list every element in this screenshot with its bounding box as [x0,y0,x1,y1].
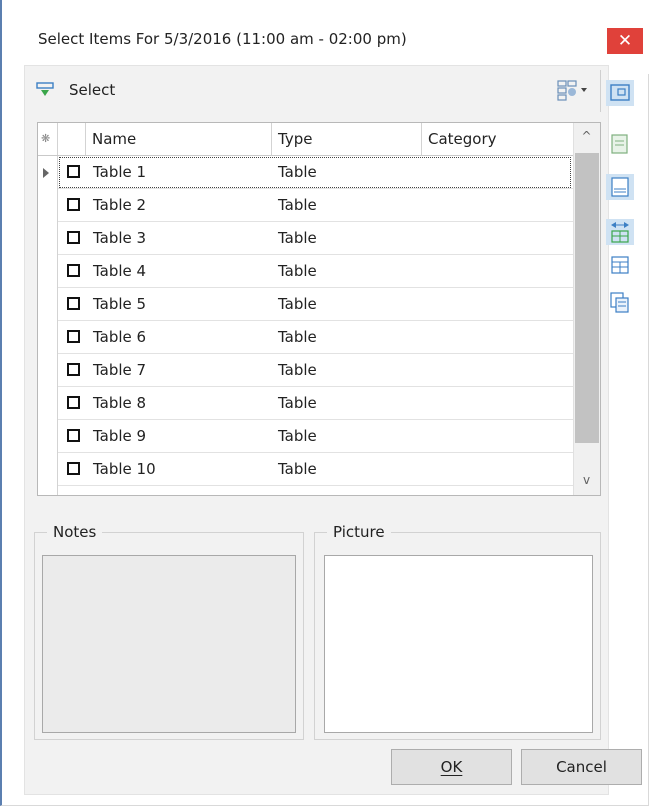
row-checkbox[interactable] [67,165,80,178]
scroll-up-icon[interactable]: ^ [574,123,599,149]
row-type: Table [278,163,317,181]
column-chooser-icon[interactable] [556,79,590,101]
row-type: Table [278,460,317,478]
row-name: Table 5 [93,295,147,313]
window-title: Select Items For 5/3/2016 (11:00 am - 02… [38,30,407,48]
table-row[interactable]: Table 5 Table [38,288,573,321]
row-type: Table [278,295,317,313]
table-row[interactable]: Table 6 Table [38,321,573,354]
table-row-partial[interactable] [38,486,573,496]
row-indicator [38,255,58,288]
row-name: Table 6 [93,328,147,346]
fit-columns-icon [611,222,629,243]
table-view-icon [611,177,629,197]
row-indicator [38,222,58,255]
row-indicator [38,288,58,321]
row-indicator [38,321,58,354]
row-indicator [38,156,58,189]
row-type: Table [278,361,317,379]
picture-group: Picture [314,523,601,740]
fit-columns-button[interactable] [606,219,634,245]
row-checkbox[interactable] [67,231,80,244]
scroll-down-icon[interactable]: v [574,467,599,493]
row-checkbox[interactable] [67,330,80,343]
row-type: Table [278,427,317,445]
ok-button[interactable]: OK [391,749,512,785]
card-view-button[interactable] [606,80,634,106]
row-type: Table [278,196,317,214]
column-header-category[interactable]: Category [422,123,573,155]
toolbar: Select [26,71,598,113]
row-type: Table [278,262,317,280]
picture-box[interactable] [324,555,593,733]
row-checkbox[interactable] [67,198,80,211]
row-name: Table 1 [93,163,147,181]
select-label[interactable]: Select [69,81,115,99]
row-checkbox[interactable] [67,462,80,475]
row-checkbox[interactable] [67,363,80,376]
table-row[interactable]: Table 8 Table [38,387,573,420]
row-checkbox[interactable] [67,396,80,409]
row-name: Table 9 [93,427,147,445]
cancel-button[interactable]: Cancel [521,749,642,785]
notes-group: Notes [34,523,304,740]
row-name: Table 2 [93,196,147,214]
close-icon: ✕ [617,31,633,51]
row-indicator [38,189,58,222]
checkbox-column-header[interactable] [58,123,86,155]
table-view-button[interactable] [606,174,634,200]
row-type: Table [278,328,317,346]
scroll-thumb[interactable] [575,153,599,443]
table-row[interactable]: Table 9 Table [38,420,573,453]
row-name: Table 7 [93,361,147,379]
row-type: Table [278,229,317,247]
picture-label: Picture [327,523,391,541]
group-panel-icon [611,256,629,274]
row-checkbox[interactable] [67,495,80,496]
table-row[interactable]: Table 1 Table [38,156,573,189]
cancel-label: Cancel [556,758,607,776]
table-row[interactable]: Table 4 Table [38,255,573,288]
row-indicator [38,387,58,420]
row-checkbox[interactable] [67,297,80,310]
band-view-icon [610,292,629,313]
band-view-button[interactable] [606,290,634,316]
detail-view-button[interactable] [606,131,634,157]
row-checkbox[interactable] [67,264,80,277]
row-indicator [38,420,58,453]
vertical-scrollbar[interactable]: ^ v [573,123,600,495]
table-row[interactable]: Table 10 Table [38,453,573,486]
row-indicator [38,354,58,387]
items-grid[interactable]: ❋ Name Type Category Table 1 Table Table… [37,122,601,496]
select-filter-icon[interactable] [36,81,54,99]
row-checkbox[interactable] [67,429,80,442]
row-indicator [38,453,58,486]
column-header-name[interactable]: Name [86,123,272,155]
group-panel-button[interactable] [606,253,634,279]
table-row[interactable]: Table 7 Table [38,354,573,387]
title-bar: Select Items For 5/3/2016 (11:00 am - 02… [2,0,649,74]
grid-settings-icon[interactable]: ❋ [38,123,58,155]
table-row[interactable]: Table 3 Table [38,222,573,255]
detail-view-icon [611,134,628,154]
table-row[interactable]: Table 2 Table [38,189,573,222]
rail-divider [600,70,601,112]
dialog-window: Select Items For 5/3/2016 (11:00 am - 02… [0,0,649,806]
current-row-arrow-icon [43,168,49,178]
grid-header: ❋ Name Type Category [38,123,573,156]
row-type: Table [278,394,317,412]
ok-label: OK [440,758,463,776]
notes-label: Notes [47,523,103,541]
row-name: Table 4 [93,262,147,280]
row-name: Table 3 [93,229,147,247]
notes-field[interactable] [42,555,296,733]
row-name: Table 10 [93,460,156,478]
row-name: Table 8 [93,394,147,412]
close-button[interactable]: ✕ [607,28,643,54]
row-indicator [38,486,58,495]
card-view-icon [610,84,630,101]
column-header-type[interactable]: Type [272,123,422,155]
